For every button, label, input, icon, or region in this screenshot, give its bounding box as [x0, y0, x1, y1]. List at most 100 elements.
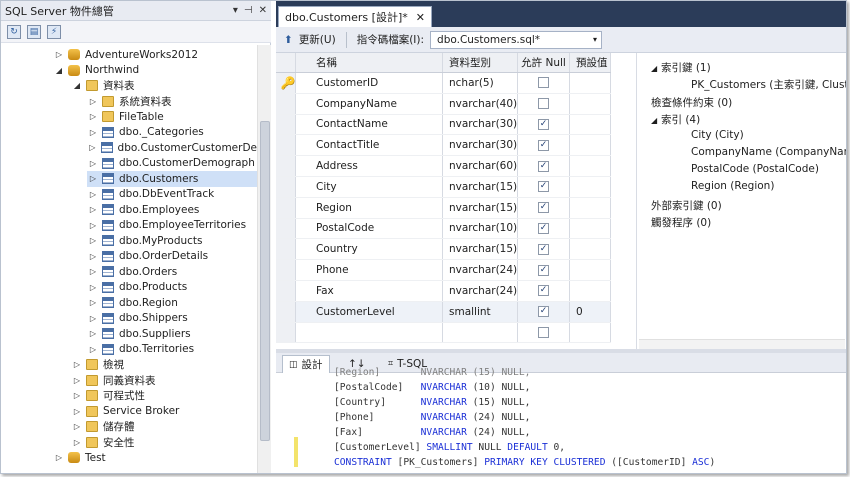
- row-selector[interactable]: [276, 260, 296, 280]
- tree-item[interactable]: ▷ dbo.DbEventTrack: [87, 187, 257, 203]
- tree-item[interactable]: ▷ dbo.Region: [87, 295, 257, 311]
- expand-icon[interactable]: ▷: [87, 329, 99, 338]
- pin-icon[interactable]: ⊣: [244, 5, 253, 16]
- allow-null-checkbox[interactable]: [538, 77, 549, 89]
- expand-icon[interactable]: ▷: [87, 236, 99, 245]
- properties-item[interactable]: 外部索引鍵 (0): [651, 198, 722, 213]
- row-selector[interactable]: [276, 93, 296, 114]
- allow-null-checkbox[interactable]: [538, 326, 549, 338]
- row-selector[interactable]: [276, 156, 296, 176]
- tab-design[interactable]: ◫ 設計: [282, 355, 330, 373]
- data-type-cell[interactable]: nvarchar(10): [443, 218, 518, 239]
- expand-icon[interactable]: ▷: [87, 221, 99, 230]
- column-name-cell[interactable]: ContactName: [296, 114, 443, 135]
- tree-item[interactable]: ▷ 可程式性: [71, 388, 257, 404]
- data-type-cell[interactable]: nvarchar(15): [443, 177, 518, 197]
- default-value-cell[interactable]: [570, 239, 611, 260]
- column-name-cell[interactable]: CustomerLevel: [296, 301, 443, 322]
- column-row[interactable]: Region nvarchar(15) ✓: [276, 197, 611, 219]
- default-value-cell[interactable]: [570, 73, 611, 93]
- row-selector[interactable]: [276, 301, 296, 322]
- script-file-select[interactable]: dbo.Customers.sql* ▾: [430, 30, 603, 49]
- allow-null-checkbox[interactable]: ✓: [538, 160, 549, 172]
- expand-icon[interactable]: ▷: [87, 298, 99, 307]
- default-value-cell[interactable]: [570, 156, 611, 176]
- collapse-icon[interactable]: ◢: [71, 81, 83, 90]
- allow-null-checkbox[interactable]: ✓: [538, 222, 549, 234]
- tree-item[interactable]: ▷ 安全性: [71, 435, 257, 451]
- expand-icon[interactable]: ▷: [87, 267, 99, 276]
- row-selector[interactable]: [276, 114, 296, 135]
- allow-null-checkbox[interactable]: [538, 98, 549, 110]
- close-icon[interactable]: ✕: [259, 5, 267, 16]
- default-value-cell[interactable]: [570, 177, 611, 197]
- column-name-cell[interactable]: [296, 322, 443, 343]
- tree-item[interactable]: ▷ FileTable: [87, 109, 257, 125]
- column-name-cell[interactable]: CompanyName: [296, 93, 443, 114]
- expand-icon[interactable]: ▷: [53, 50, 65, 59]
- column-name-cell[interactable]: Country: [296, 239, 443, 260]
- tree-item[interactable]: ▷ 儲存體: [71, 419, 257, 435]
- properties-item[interactable]: ◢ 索引 (4): [651, 112, 700, 127]
- data-type-cell[interactable]: smallint: [443, 301, 518, 322]
- row-selector[interactable]: [276, 239, 296, 260]
- column-row[interactable]: Fax nvarchar(24) ✓: [276, 281, 611, 302]
- expand-icon[interactable]: ▷: [71, 438, 83, 447]
- column-row[interactable]: Country nvarchar(15) ✓: [276, 239, 611, 261]
- allow-null-checkbox[interactable]: ✓: [538, 264, 549, 276]
- expand-icon[interactable]: ▷: [87, 174, 99, 183]
- column-row[interactable]: Phone nvarchar(24) ✓: [276, 260, 611, 281]
- tree-item[interactable]: ▷ dbo.Employees: [87, 202, 257, 218]
- expand-icon[interactable]: ▷: [53, 453, 65, 462]
- tree-item[interactable]: ▷ dbo.CustomerCustomerDe: [87, 140, 257, 156]
- default-value-cell[interactable]: [570, 135, 611, 156]
- expand-icon[interactable]: ▷: [71, 407, 83, 416]
- tree-item[interactable]: ▷ dbo._Categories: [87, 125, 257, 141]
- column-name-cell[interactable]: Fax: [296, 281, 443, 301]
- tree-item[interactable]: ▷ dbo.EmployeeTerritories: [87, 218, 257, 234]
- column-name-cell[interactable]: Address: [296, 156, 443, 176]
- column-name-cell[interactable]: PostalCode: [296, 218, 443, 239]
- tree-item[interactable]: ▷ dbo.Shippers: [87, 311, 257, 327]
- tree-item[interactable]: ▷ dbo.MyProducts: [87, 233, 257, 249]
- column-name-cell[interactable]: Phone: [296, 260, 443, 280]
- column-row[interactable]: ContactName nvarchar(30) ✓: [276, 114, 611, 136]
- tree-scrollbar[interactable]: [257, 45, 271, 473]
- default-value-cell[interactable]: [570, 218, 611, 239]
- expand-icon[interactable]: ▷: [87, 345, 99, 354]
- tree-item[interactable]: ▷ dbo.Orders: [87, 264, 257, 280]
- column-row[interactable]: ContactTitle nvarchar(30) ✓: [276, 135, 611, 157]
- tab-customers-design[interactable]: dbo.Customers [設計]* ✕: [278, 6, 432, 27]
- allow-null-checkbox[interactable]: ✓: [538, 306, 549, 318]
- data-type-cell[interactable]: [443, 322, 518, 343]
- tsql-editor[interactable]: [Region] NVARCHAR (15) NULL, [PostalCode]…: [276, 367, 846, 473]
- tree-item[interactable]: ▷ dbo.Suppliers: [87, 326, 257, 342]
- column-name-cell[interactable]: CustomerID: [296, 73, 443, 93]
- tree-item[interactable]: ▷ dbo.OrderDetails: [87, 249, 257, 265]
- column-row[interactable]: Address nvarchar(60) ✓: [276, 156, 611, 177]
- data-type-cell[interactable]: nvarchar(30): [443, 114, 518, 135]
- close-icon[interactable]: ✕: [416, 11, 425, 24]
- properties-item[interactable]: Region (Region): [691, 180, 774, 192]
- properties-item[interactable]: 檢查條件約束 (0): [651, 95, 732, 110]
- tree-item[interactable]: ▷ dbo.CustomerDemograph: [87, 156, 257, 172]
- column-row[interactable]: CustomerLevel smallint ✓ 0: [276, 301, 611, 323]
- row-selector[interactable]: [276, 177, 296, 197]
- data-type-cell[interactable]: nvarchar(60): [443, 156, 518, 176]
- allow-null-checkbox[interactable]: ✓: [538, 139, 549, 151]
- default-value-cell[interactable]: [570, 281, 611, 301]
- properties-item[interactable]: City (City): [691, 129, 744, 141]
- column-row[interactable]: 🔑 CustomerID nchar(5): [276, 73, 611, 94]
- expand-icon[interactable]: ▷: [87, 314, 99, 323]
- collapse-icon[interactable]: ◢: [651, 64, 661, 73]
- allow-null-checkbox[interactable]: ✓: [538, 181, 549, 193]
- column-row[interactable]: CompanyName nvarchar(40): [276, 93, 611, 115]
- default-value-cell[interactable]: 0: [570, 301, 611, 322]
- expand-icon[interactable]: ▷: [71, 391, 83, 400]
- update-button[interactable]: 更新(U): [299, 32, 336, 47]
- allow-null-checkbox[interactable]: ✓: [538, 202, 549, 214]
- data-type-cell[interactable]: nvarchar(30): [443, 135, 518, 156]
- default-value-cell[interactable]: [570, 260, 611, 280]
- collapse-icon[interactable]: ◢: [53, 66, 65, 75]
- expand-icon[interactable]: ▷: [87, 252, 99, 261]
